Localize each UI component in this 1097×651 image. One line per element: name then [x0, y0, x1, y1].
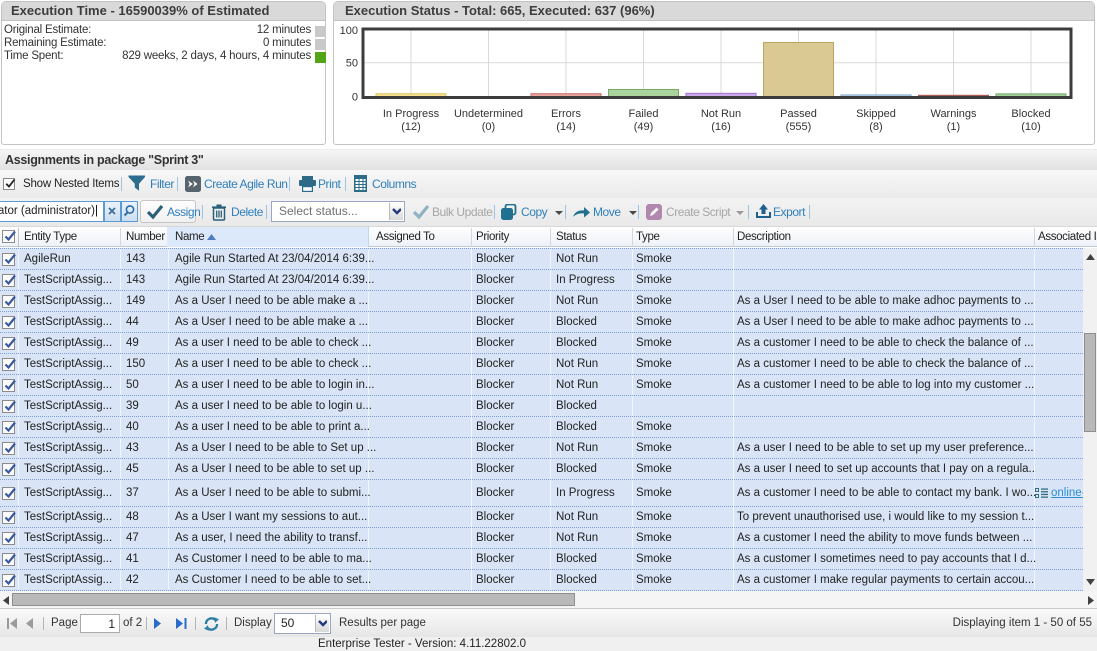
svg-text:Undetermined: Undetermined — [454, 108, 523, 120]
svg-text:Warnings: Warnings — [930, 108, 977, 120]
svg-text:(1): (1) — [947, 121, 960, 133]
svg-text:(0): (0) — [482, 121, 495, 133]
svg-text:100: 100 — [340, 25, 358, 37]
svg-text:Failed: Failed — [629, 108, 659, 120]
svg-text:(12): (12) — [401, 121, 421, 133]
svg-text:Skipped: Skipped — [856, 108, 896, 120]
svg-text:50: 50 — [346, 58, 358, 70]
svg-text:Errors: Errors — [551, 108, 581, 120]
svg-text:0: 0 — [352, 91, 358, 103]
svg-text:Blocked: Blocked — [1011, 108, 1050, 120]
svg-text:(14): (14) — [556, 121, 576, 133]
svg-text:(555): (555) — [786, 121, 812, 133]
svg-text:Passed: Passed — [780, 108, 817, 120]
svg-text:(8): (8) — [869, 121, 882, 133]
svg-text:(16): (16) — [711, 121, 731, 133]
svg-text:(49): (49) — [634, 121, 654, 133]
svg-text:(10): (10) — [1021, 121, 1041, 133]
svg-text:Not Run: Not Run — [701, 108, 741, 120]
svg-text:In Progress: In Progress — [383, 108, 440, 120]
